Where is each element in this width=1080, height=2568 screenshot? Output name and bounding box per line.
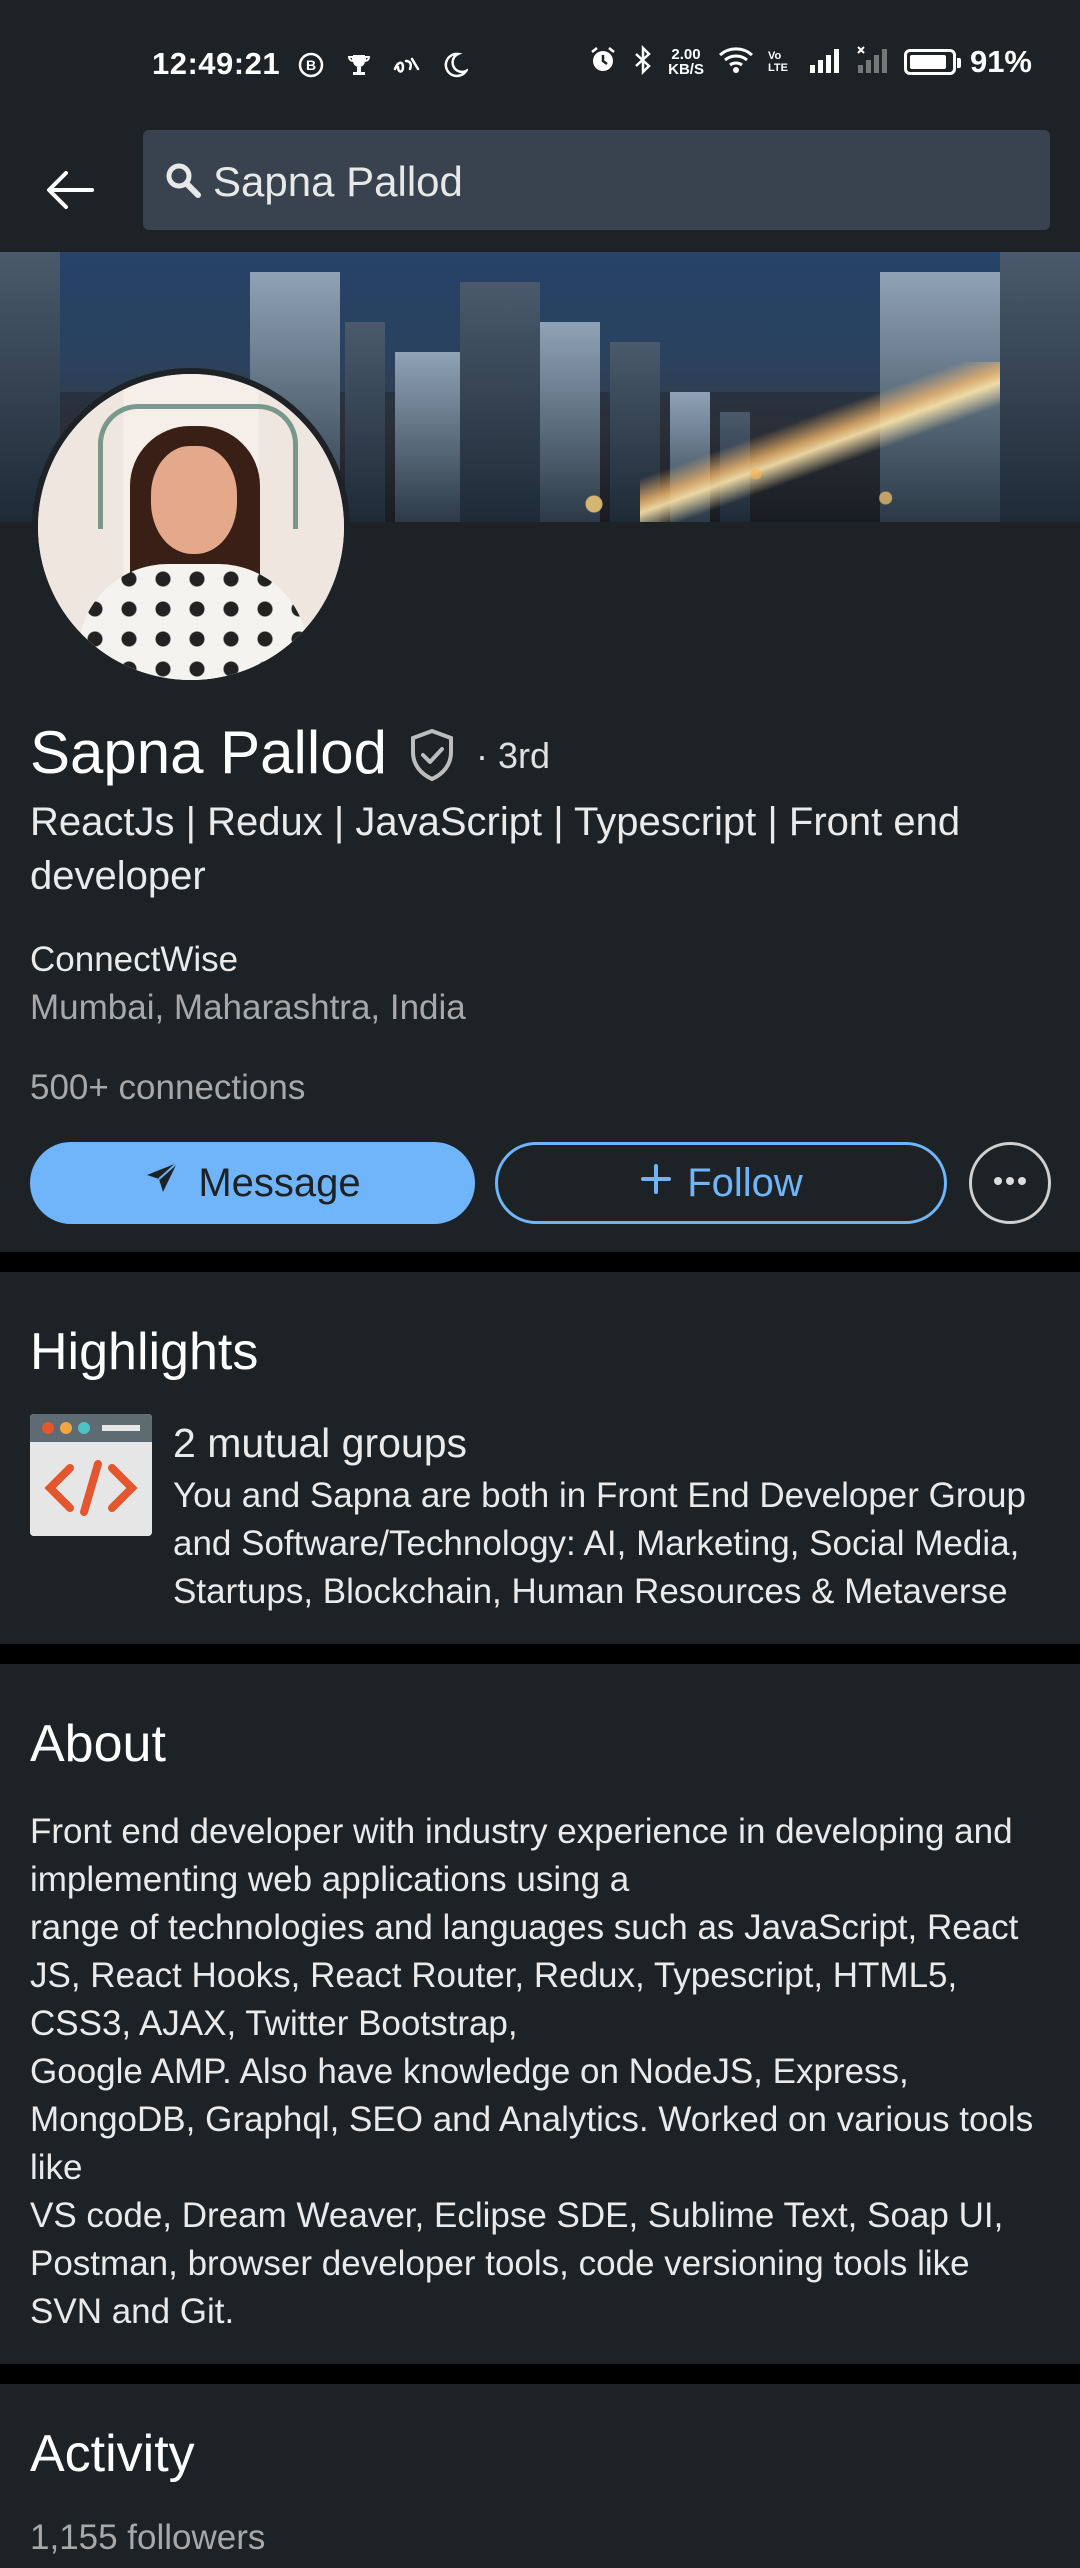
activity-title: Activity [30, 2425, 195, 2483]
battery-level [909, 55, 946, 69]
code-group-icon[interactable] [30, 1414, 152, 1536]
search-query: Sapna Pallod [213, 158, 463, 205]
system-icons: 2.00 KB/S Vo LTE 91% [588, 44, 1032, 80]
svg-text:B: B [306, 57, 316, 73]
wifi-icon [718, 45, 754, 80]
about-title: About [30, 1715, 166, 1773]
back-arrow-icon[interactable] [40, 160, 100, 220]
followers-count[interactable]: 1,155 followers [30, 2518, 265, 2558]
profile-location: Mumbai, Maharashtra, India [30, 988, 466, 1027]
bluetooth-icon [632, 44, 654, 80]
script-icon [392, 50, 422, 80]
avatar[interactable] [32, 368, 350, 686]
battery-percent: 91% [969, 44, 1032, 79]
highlight-item-description: You and Sapna are both in Front End Deve… [173, 1476, 1026, 1611]
signal-2-icon [856, 45, 890, 80]
profile-headline: ReactJs | Redux | JavaScript | Typescrip… [30, 800, 961, 898]
moon-icon [440, 50, 470, 80]
highlights-title: Highlights [30, 1323, 259, 1381]
highlight-item-title[interactable]: 2 mutual groups [173, 1420, 467, 1467]
message-button-label: Message [198, 1160, 361, 1205]
more-options-button[interactable] [969, 1142, 1051, 1224]
trophy-icon [344, 50, 374, 80]
notification-icons: B [296, 50, 470, 80]
alarm-icon [588, 45, 618, 80]
connection-degree: · 3rd [476, 735, 551, 776]
verified-shield-icon[interactable] [406, 727, 458, 783]
follow-button[interactable]: Follow [495, 1142, 947, 1224]
plus-icon [639, 1161, 673, 1206]
activity-section: Activity 1,155 followers [0, 2384, 1080, 2568]
about-text: Front end developer with industry experi… [30, 1812, 1034, 2331]
status-time: 12:49:21 [152, 46, 281, 81]
profile-connections[interactable]: 500+ connections [30, 1068, 305, 1108]
highlights-section: Highlights 2 mutual groups You and Sapna… [0, 1272, 1080, 1644]
volte-icon: Vo LTE [767, 50, 788, 74]
message-button[interactable]: Message [30, 1142, 475, 1224]
send-icon [144, 1160, 180, 1206]
b-circle-icon: B [296, 50, 326, 80]
more-horizontal-icon [990, 1174, 1030, 1192]
signal-icon [808, 45, 842, 80]
follow-button-label: Follow [687, 1160, 803, 1205]
profile-page: 12:49:21 B 2.00 KB/S Vo LTE 91% Sapna Pa… [0, 0, 1080, 2568]
profile-company[interactable]: ConnectWise [30, 940, 238, 980]
profile-name: Sapna Pallod [30, 719, 387, 786]
search-input[interactable]: Sapna Pallod [143, 130, 1050, 230]
network-speed: 2.00 KB/S [668, 46, 704, 78]
search-header: Sapna Pallod [0, 130, 1080, 252]
search-icon [163, 160, 203, 200]
about-section: About Front end developer with industry … [0, 1664, 1080, 2364]
status-bar: 12:49:21 B 2.00 KB/S Vo LTE 91% [0, 0, 1080, 130]
battery-icon [903, 49, 961, 75]
